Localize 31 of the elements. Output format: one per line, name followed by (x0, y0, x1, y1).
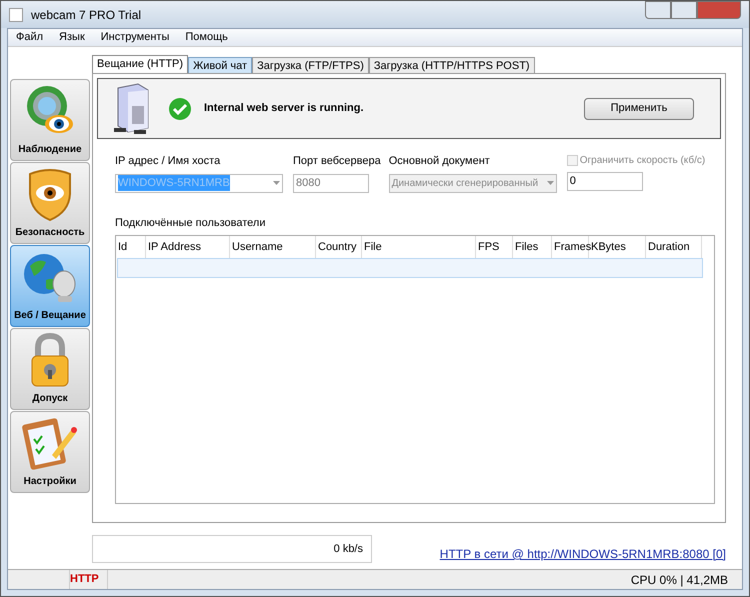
maximize-button[interactable] (671, 1, 697, 19)
menu-item[interactable]: Язык (59, 29, 85, 46)
field-label: Основной документ (388, 154, 491, 169)
tab[interactable]: Живой чат (188, 57, 252, 73)
apply-button[interactable]: Применить (584, 98, 694, 120)
menu-item[interactable]: Помощь (185, 29, 228, 46)
field-label: Порт вебсервера (293, 154, 381, 169)
resource-usage: CPU 0% | 41,2MB (630, 572, 729, 588)
dropdown-arrow-icon (546, 181, 554, 185)
server-link[interactable]: HTTP в сети @ http://WINDOWS-5RN1MRB:8080 [0] (440, 545, 726, 563)
minimize-button[interactable] (645, 1, 671, 19)
checkbox-label: Ограничить скорость (кб/с) (580, 154, 706, 168)
protocol-indicator: HTTP (70, 572, 99, 588)
section-label: Подключённые пользователи (114, 216, 266, 230)
menu-item[interactable]: Файл (16, 29, 44, 46)
app-icon (9, 8, 23, 22)
menu-item[interactable]: Инструменты (100, 29, 170, 46)
server-status: Internal web server is running. (204, 101, 364, 116)
sidebar-item[interactable]: Веб / Вещание (10, 245, 90, 327)
port-field[interactable]: 8080 (293, 174, 369, 192)
sidebar-item[interactable]: Наблюдение (10, 79, 90, 161)
window-title: webcam 7 PRO Trial (31, 6, 142, 24)
sidebar-item[interactable]: Допуск (10, 328, 90, 410)
tab[interactable]: Загрузка (FTP/FTPS) (252, 57, 369, 73)
sidebar-item[interactable]: Настройки (10, 411, 90, 493)
tab[interactable]: Вещание (HTTP) (92, 55, 188, 73)
sidebar-item[interactable]: Безопасность (10, 162, 90, 244)
tab[interactable]: Загрузка (HTTP/HTTPS POST) (368, 57, 535, 73)
speed-display: 0 kb/s (92, 535, 372, 563)
dropdown-arrow-icon (273, 181, 280, 185)
field-label: IP адрес / Имя хоста (115, 154, 222, 169)
